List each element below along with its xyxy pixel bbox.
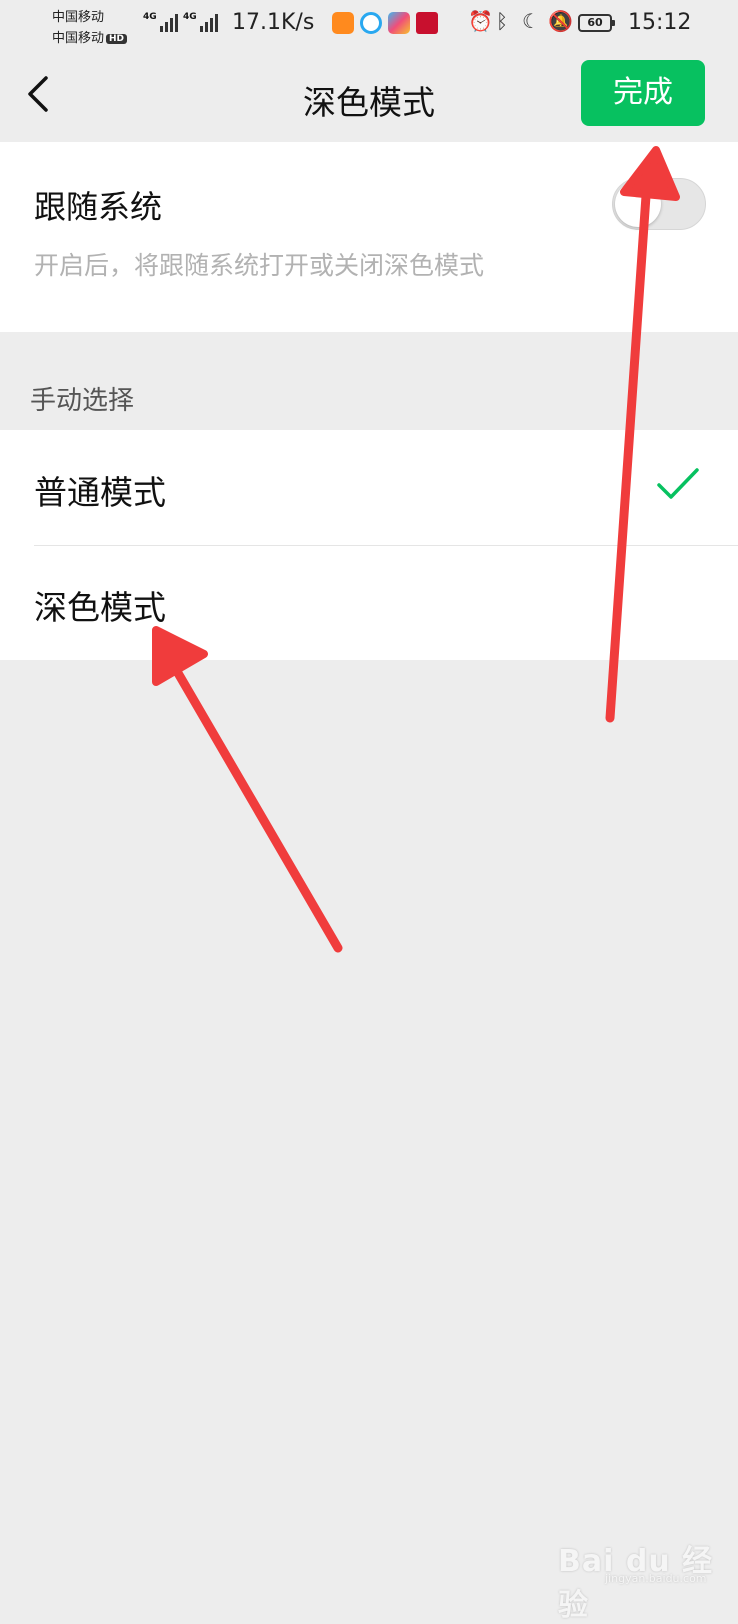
mute-bell-icon: 🔕 <box>548 9 573 33</box>
checkmark-icon <box>657 468 699 499</box>
option-label: 普通模式 <box>34 473 166 512</box>
toggle-knob <box>615 181 661 227</box>
follow-system-title: 跟随系统 <box>34 188 163 226</box>
video-app-icon <box>332 12 354 34</box>
hd-badge: HD <box>106 34 128 44</box>
manual-select-label: 手动选择 <box>30 386 135 416</box>
option-dark-mode[interactable]: 深色模式 <box>0 545 738 660</box>
store-app-icon <box>388 12 410 34</box>
carrier-name-1: 中国移动 <box>52 10 105 25</box>
follow-system-description: 开启后，将跟随系统打开或关闭深色模式 <box>34 251 485 280</box>
reading-app-icon <box>416 12 438 34</box>
moon-icon: ☾ <box>522 9 540 33</box>
carrier-name-2: 中国移动 HD <box>52 27 128 46</box>
option-label: 深色模式 <box>34 588 166 627</box>
done-button[interactable]: 完成 <box>581 60 705 126</box>
follow-system-card: 跟随系统 开启后，将跟随系统打开或关闭深色模式 <box>0 142 738 332</box>
status-time: 15:12 <box>628 10 692 35</box>
alarm-icon: ⏰ <box>468 9 493 33</box>
option-normal-mode[interactable]: 普通模式 <box>0 430 738 545</box>
status-bar: 中国移动 中国移动 HD 4G 4G 17.1K/s ⏰ ᛒ ☾ 🔕 60 15:… <box>0 0 738 52</box>
arrow-to-dark-mode <box>152 626 343 953</box>
battery-icon: 60 <box>578 14 615 32</box>
mode-options-list: 普通模式 深色模式 <box>0 430 738 660</box>
signal-icon: 4G <box>143 12 178 32</box>
follow-system-toggle[interactable] <box>612 178 706 230</box>
signal-icon-2: 4G <box>183 12 218 32</box>
browser-app-icon <box>360 12 382 34</box>
bluetooth-icon: ᛒ <box>496 9 508 33</box>
network-speed: 17.1K/s <box>232 10 315 35</box>
watermark-url: jingyan.baidu.com <box>605 1572 707 1585</box>
nav-bar: 深色模式 完成 <box>0 52 738 142</box>
